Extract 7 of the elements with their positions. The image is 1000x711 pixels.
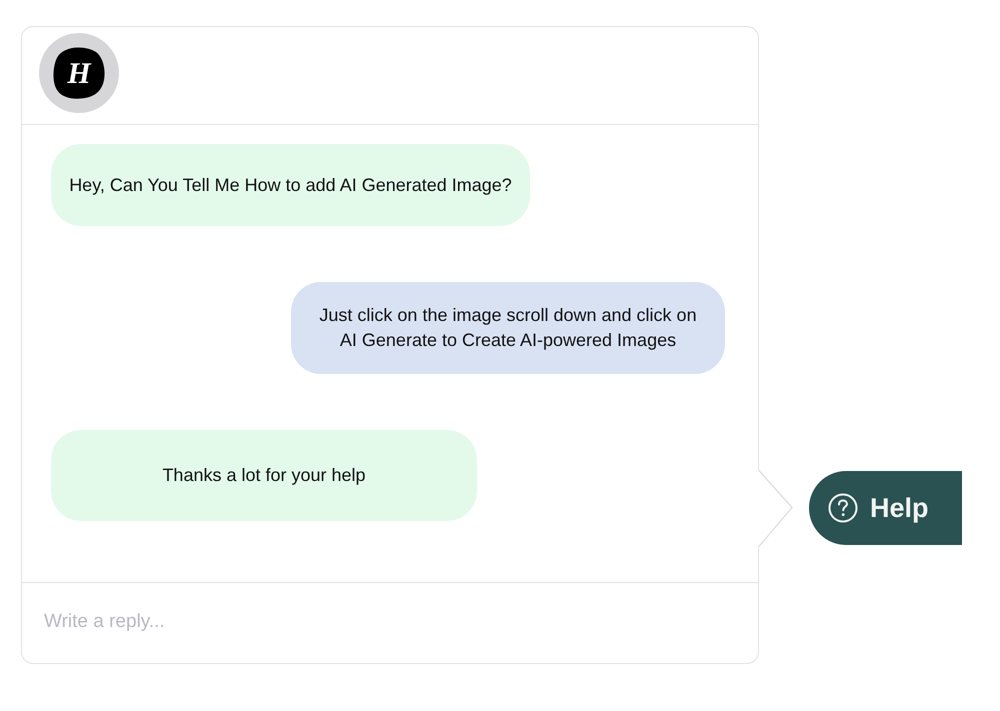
help-button[interactable]: Help [809,471,962,545]
reply-input[interactable]: Write a reply... [44,608,736,636]
message-bubble: Just click on the image scroll down and click on AI Generate to Create AI-powered Images [291,282,725,374]
message-bubble: Thanks a lot for your help [51,430,477,521]
logo: H [39,33,119,113]
help-icon [828,493,858,523]
message-bubble: Hey, Can You Tell Me How to add AI Generated Image? [51,144,530,226]
